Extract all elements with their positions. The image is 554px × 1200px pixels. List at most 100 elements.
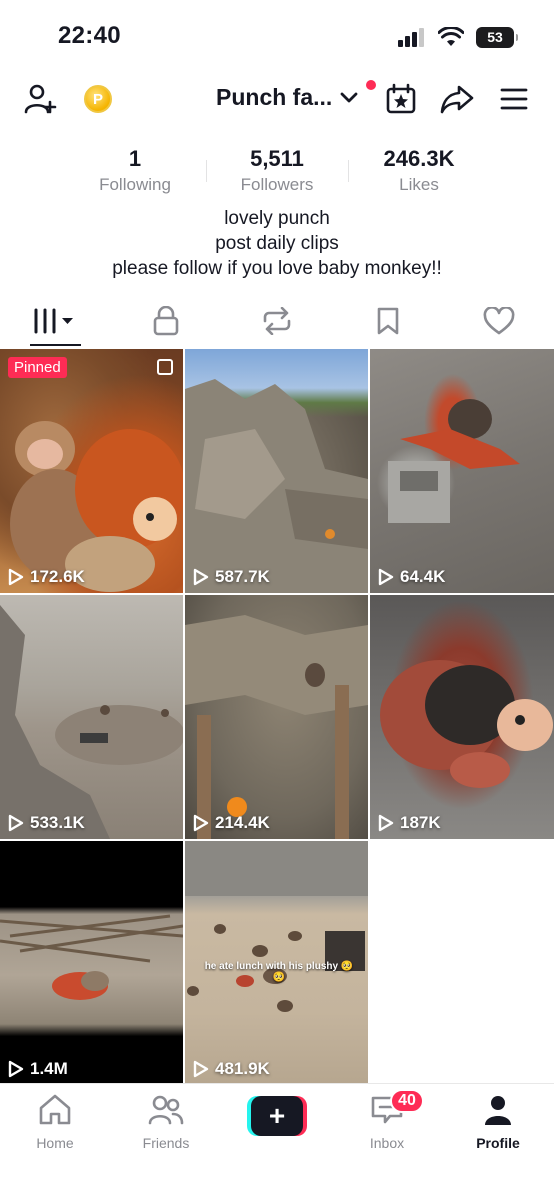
following-label: Following [99, 175, 171, 194]
empty-grid-cell [370, 841, 554, 1085]
play-icon [193, 1060, 209, 1078]
view-count: 1.4M [8, 1059, 68, 1079]
view-count: 64.4K [378, 567, 445, 587]
profile-icon [485, 1096, 511, 1125]
profile-bio: lovely punch post daily clips please fol… [0, 206, 554, 281]
home-icon [39, 1094, 71, 1125]
cellular-signal-icon [398, 28, 424, 47]
menu-icon[interactable] [496, 81, 532, 117]
view-count: 187K [378, 813, 441, 833]
chevron-down-icon [340, 92, 358, 102]
profile-header: P Punch fa... [0, 72, 554, 124]
bio-line: lovely punch [224, 208, 330, 229]
view-count-text: 64.4K [400, 567, 446, 586]
likes-count: 246.3K [383, 146, 455, 171]
lock-icon [153, 306, 179, 336]
likes-stat[interactable]: 246.3K Likes [348, 146, 490, 198]
tab-reposts[interactable] [222, 296, 333, 346]
nav-friends-label: Friends [142, 1135, 190, 1151]
video-thumbnail[interactable]: Pinned 172.6K [0, 349, 183, 593]
wifi-icon [438, 27, 464, 46]
followers-stat[interactable]: 5,511 Followers [206, 146, 348, 198]
monkey-mountain-image [185, 379, 368, 593]
view-count: 172.6K [8, 567, 85, 587]
play-icon [8, 568, 24, 586]
following-stat[interactable]: 1 Following [64, 146, 206, 198]
tab-videos[interactable] [0, 296, 111, 346]
bookmark-icon [377, 307, 399, 335]
calendar-star-icon[interactable] [383, 81, 419, 117]
view-count-text: 172.6K [30, 567, 85, 586]
video-thumbnail[interactable]: 214.4K [185, 595, 368, 839]
nav-profile-label: Profile [476, 1135, 520, 1151]
nav-home-label: Home [36, 1135, 74, 1151]
friends-icon [148, 1095, 184, 1125]
monkey-with-block-image [388, 399, 520, 523]
nav-profile[interactable]: Profile [453, 1094, 543, 1151]
followers-label: Followers [240, 175, 314, 194]
heart-icon [483, 307, 515, 335]
video-thumbnail[interactable]: 64.4K [370, 349, 554, 593]
play-icon [8, 1060, 24, 1078]
rocky-enclosure-image [185, 615, 368, 839]
pinned-badge: Pinned [8, 357, 67, 378]
followers-count: 5,511 [250, 146, 304, 171]
view-count: 587.7K [193, 567, 270, 587]
create-button[interactable]: + [247, 1096, 307, 1136]
profile-tabs [0, 296, 554, 346]
play-icon [378, 568, 394, 586]
play-icon [193, 568, 209, 586]
inbox-badge: 40 [390, 1089, 424, 1113]
enclosure-pool-image [0, 605, 183, 839]
view-count-text: 214.4K [215, 813, 270, 832]
view-count: 214.4K [193, 813, 270, 833]
video-thumbnail[interactable]: 187K [370, 595, 554, 839]
nav-friends[interactable]: Friends [121, 1094, 211, 1151]
coin-icon[interactable]: P [84, 85, 112, 113]
view-count-text: 533.1K [30, 813, 85, 832]
video-thumbnail[interactable]: 1.4M [0, 841, 183, 1085]
bottom-nav: Home Friends + 40 Inbox Profile [0, 1083, 554, 1200]
add-friend-icon[interactable] [22, 81, 58, 117]
view-count: 481.9K [193, 1059, 270, 1079]
status-bar: 22:40 53 [0, 0, 554, 70]
video-caption: he ate lunch with his plushy 🥺🥺 [204, 961, 354, 983]
tab-favorites[interactable] [332, 296, 443, 346]
nav-inbox-label: Inbox [369, 1135, 405, 1151]
nav-inbox[interactable]: 40 Inbox [342, 1089, 432, 1151]
view-count: 533.1K [8, 813, 85, 833]
view-count-text: 1.4M [30, 1059, 68, 1078]
profile-name: Punch fa... [216, 84, 333, 110]
bio-line: please follow if you love baby monkey!! [112, 258, 442, 279]
video-thumbnail[interactable]: 533.1K [0, 595, 183, 839]
profile-stats: 1 Following 5,511 Followers 246.3K Likes [64, 146, 490, 198]
likes-label: Likes [399, 175, 439, 194]
repost-icon [263, 307, 291, 335]
view-count-text: 187K [400, 813, 441, 832]
status-icons: 53 [398, 26, 518, 48]
battery-icon: 53 [476, 26, 518, 48]
view-count-text: 587.7K [215, 567, 270, 586]
notification-dot [366, 80, 376, 90]
plus-icon: + [251, 1096, 303, 1136]
tab-private[interactable] [111, 296, 222, 346]
account-switcher[interactable]: Punch fa... [216, 84, 358, 111]
nav-home[interactable]: Home [10, 1094, 100, 1151]
monkey-with-plushy-image [10, 421, 183, 592]
monkey-on-ground-image [0, 914, 183, 1000]
multi-photo-icon [157, 359, 173, 375]
tab-liked[interactable] [443, 296, 554, 346]
bio-line: post daily clips [215, 233, 339, 254]
following-count: 1 [128, 146, 142, 171]
grid-icon [34, 308, 74, 334]
video-thumbnail[interactable]: 587.7K [185, 349, 368, 593]
monkey-hugging-plushy-image [380, 660, 553, 788]
video-grid: Pinned 172.6K 587.7K 64.4K 533.1K 214.4K… [0, 349, 554, 1085]
share-icon[interactable] [438, 81, 476, 117]
status-time: 22:40 [58, 22, 121, 49]
view-count-text: 481.9K [215, 1059, 270, 1078]
play-icon [8, 814, 24, 832]
play-icon [193, 814, 209, 832]
video-thumbnail[interactable]: he ate lunch with his plushy 🥺🥺 481.9K [185, 841, 368, 1085]
play-icon [378, 814, 394, 832]
